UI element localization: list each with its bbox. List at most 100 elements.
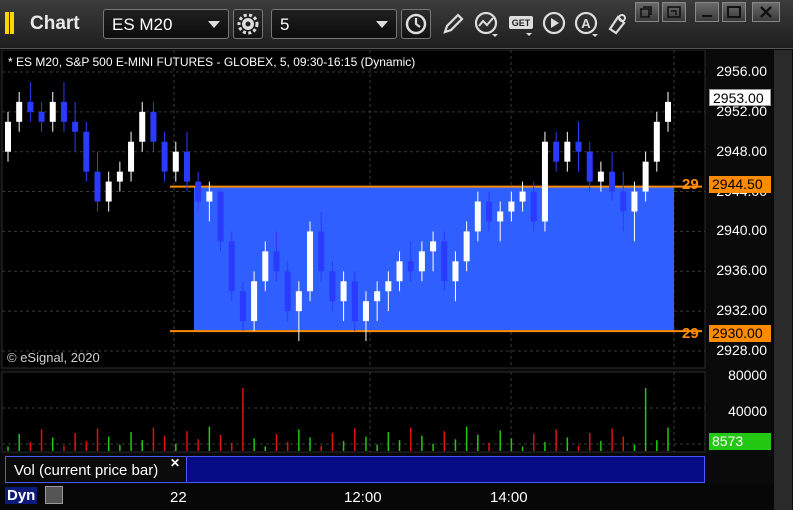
- candle-body: [497, 211, 504, 222]
- candle-body: [642, 161, 649, 192]
- candle-body: [150, 111, 157, 142]
- candle-body: [575, 141, 582, 152]
- app-logo-icon: [5, 12, 14, 34]
- candle-body: [262, 251, 269, 282]
- copyright-label: © eSignal, 2020: [7, 350, 100, 365]
- popout-icon: [667, 6, 681, 18]
- cursor-icon[interactable]: [604, 9, 634, 39]
- get-icon[interactable]: GET: [507, 9, 537, 39]
- candle-body: [564, 141, 571, 162]
- candle-body: [486, 201, 493, 222]
- price-axis-label: 2940.00: [716, 222, 767, 239]
- window-title: Chart: [30, 13, 80, 34]
- svg-text:GET: GET: [512, 18, 531, 28]
- candle-body: [407, 261, 414, 272]
- close-button[interactable]: [752, 2, 780, 22]
- maximize-icon: [727, 6, 741, 18]
- interval-dropdown[interactable]: 5: [271, 9, 397, 39]
- pencil-icon[interactable]: [438, 9, 468, 39]
- chevron-down-icon: [376, 21, 388, 28]
- candle-body: [16, 101, 23, 122]
- candle-body: [239, 291, 246, 322]
- vertical-scrollbar[interactable]: [774, 50, 792, 510]
- candle-body: [374, 291, 381, 302]
- maximize-button[interactable]: [722, 2, 746, 22]
- price-axis-label: 2956.00: [716, 62, 767, 79]
- volume-study-label: Vol (current price bar): [14, 462, 159, 479]
- symbol-value: ES M20: [112, 15, 173, 34]
- candle-body: [653, 121, 660, 162]
- candle-body: [340, 281, 347, 302]
- candle-body: [307, 231, 314, 292]
- candle-body: [195, 181, 202, 202]
- chart-canvas[interactable]: [0, 50, 774, 510]
- candle-body: [105, 181, 112, 202]
- candle-body: [452, 261, 459, 282]
- restore-icon: [640, 6, 652, 18]
- volume-axis-label: 80000: [728, 367, 767, 383]
- candle-body: [620, 191, 627, 212]
- price-axis-label: 2932.00: [716, 302, 767, 319]
- candle-body: [597, 171, 604, 182]
- candle-body: [5, 121, 11, 152]
- candle-body: [284, 271, 291, 312]
- symbol-dropdown[interactable]: ES M20: [103, 9, 229, 39]
- clock-icon: [405, 13, 427, 35]
- candle-body: [295, 291, 302, 312]
- play-icon[interactable]: [540, 9, 570, 39]
- volume-study-panel[interactable]: Vol (current price bar): [5, 456, 705, 483]
- candle-body: [273, 251, 280, 272]
- minimize-button[interactable]: [695, 2, 719, 22]
- last-price-flag: 2953.00: [709, 89, 771, 106]
- alert-icon[interactable]: A: [572, 9, 602, 39]
- minimize-icon: [702, 15, 712, 17]
- time-button[interactable]: [401, 9, 431, 39]
- price-axis-label: 2936.00: [716, 262, 767, 279]
- candle-body: [553, 141, 560, 162]
- time-axis: [0, 484, 774, 510]
- candle-body: [251, 281, 258, 322]
- candle-body: [94, 171, 101, 202]
- candle-body: [508, 201, 515, 212]
- volume-pane: [1, 371, 706, 453]
- lock-icon[interactable]: [45, 486, 63, 504]
- svg-text:A: A: [581, 16, 591, 31]
- close-icon: [760, 6, 772, 18]
- candle-body: [396, 261, 403, 282]
- candle-body: [519, 191, 526, 202]
- candle-body: [116, 171, 123, 182]
- time-label: 22: [170, 489, 187, 506]
- candle-body: [541, 141, 548, 222]
- candle-body: [206, 191, 213, 202]
- upper-level-flag: 2944.50: [709, 176, 771, 193]
- candle-body: [83, 131, 90, 172]
- indicator-icon[interactable]: [472, 9, 502, 39]
- lower-level-tag: 29: [682, 325, 699, 342]
- settings-button[interactable]: [233, 9, 263, 39]
- upper-level-tag: 29: [682, 176, 699, 193]
- interval-value: 5: [280, 15, 290, 34]
- candle-body: [27, 101, 34, 112]
- candle-body: [665, 101, 671, 122]
- candle-body: [362, 301, 369, 322]
- chevron-down-icon: [208, 21, 220, 28]
- candle-body: [609, 171, 616, 192]
- restore-button[interactable]: [635, 2, 659, 22]
- candle-body: [60, 101, 67, 122]
- candle-body: [217, 191, 224, 242]
- candle-body: [139, 111, 146, 142]
- lower-level-flag: 2930.00: [709, 325, 771, 342]
- popout-button[interactable]: [662, 2, 686, 22]
- candle-body: [430, 241, 437, 252]
- candle-body: [128, 141, 135, 172]
- dynamic-toggle[interactable]: Dyn: [5, 487, 38, 504]
- volume-axis-label: 40000: [728, 403, 767, 419]
- candle-body: [183, 151, 190, 182]
- candle-body: [329, 271, 336, 302]
- candle-body: [351, 281, 358, 322]
- candle-body: [72, 121, 79, 132]
- candle-body: [228, 241, 235, 292]
- close-study-icon[interactable]: ✕: [170, 456, 180, 470]
- candle-body: [49, 101, 56, 122]
- candle-body: [631, 191, 638, 212]
